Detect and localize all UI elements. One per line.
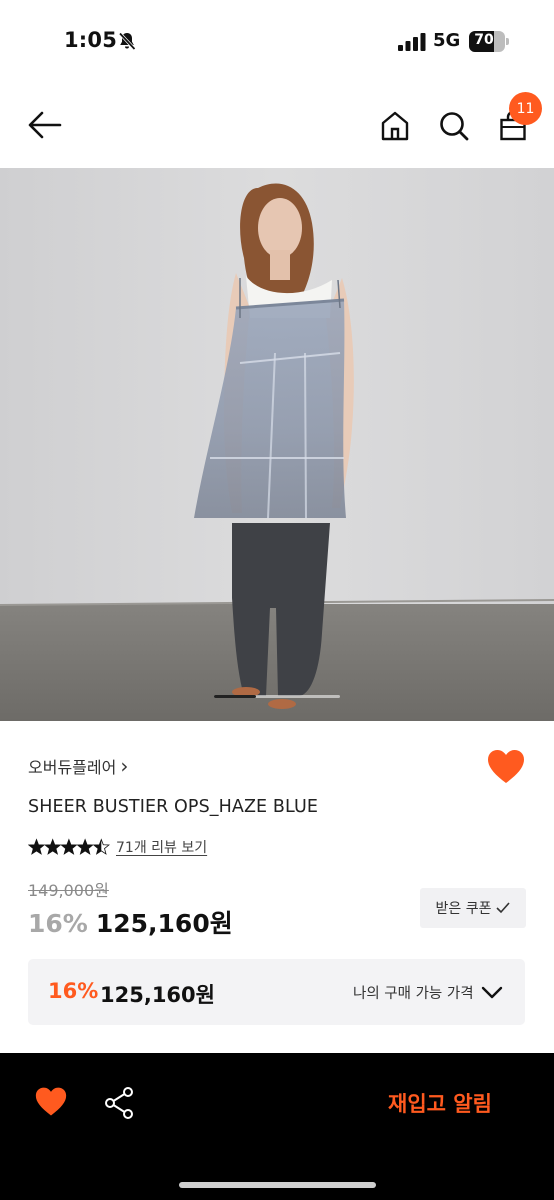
star-fill	[45, 839, 61, 854]
carousel-active-segment	[214, 695, 256, 698]
my-price: 125,160원	[100, 983, 215, 1007]
battery-icon: 70	[469, 31, 509, 52]
restock-alert-button[interactable]: 재입고 알림	[370, 1085, 510, 1121]
my-discount-rate: 16%	[48, 979, 99, 1003]
check-icon	[496, 902, 511, 914]
network-type: 5G	[433, 30, 461, 51]
search-button[interactable]	[434, 106, 474, 146]
share-icon	[105, 1087, 133, 1119]
product-name: SHEER BUSTIER OPS_HAZE BLUE	[28, 797, 319, 817]
back-button[interactable]	[24, 104, 66, 146]
sale-price: 125,160원	[95, 909, 233, 938]
coupon-label: 받은 쿠폰	[435, 901, 492, 917]
top-nav-bar: 11	[0, 84, 554, 168]
heart-icon	[488, 750, 524, 783]
price-row: 16% 125,160원	[28, 904, 233, 940]
star-fill	[77, 839, 93, 854]
my-price-label: 나의 구매 가능 가격	[353, 986, 474, 1002]
battery-level: 70	[474, 32, 494, 48]
carousel-indicator	[214, 695, 340, 698]
review-link[interactable]: 71개 리뷰 보기	[116, 837, 207, 857]
star-fill	[28, 839, 45, 854]
coupon-button[interactable]: 받은 쿠폰	[420, 888, 526, 928]
product-photo	[0, 168, 554, 721]
discount-rate: 16%	[28, 909, 88, 938]
bottom-action-bar: 재입고 알림	[0, 1053, 554, 1200]
home-button[interactable]	[376, 106, 414, 146]
signal-bars-icon	[398, 33, 426, 51]
star-fill	[61, 839, 77, 854]
bottom-like-button[interactable]	[34, 1086, 68, 1118]
heart-icon	[35, 1087, 67, 1116]
original-price: 149,000원	[28, 881, 109, 900]
brand-link[interactable]: 오버듀플레어 ›	[28, 754, 128, 778]
home-indicator	[179, 1182, 376, 1188]
rating-row: 71개 리뷰 보기	[28, 836, 207, 858]
chevron-right-icon: ›	[120, 754, 129, 778]
cart-count-badge: 11	[509, 92, 542, 125]
share-button[interactable]	[103, 1086, 135, 1120]
back-arrow-icon	[28, 111, 62, 139]
status-time: 1:05	[64, 28, 118, 52]
like-button[interactable]	[486, 748, 526, 786]
my-price-panel[interactable]: 16% 125,160원 나의 구매 가능 가격	[28, 959, 525, 1025]
status-bar: 1:05 5G 70	[0, 0, 554, 84]
search-icon	[440, 112, 469, 141]
star-rating-icon	[28, 838, 110, 855]
brand-name: 오버듀플레어	[28, 758, 117, 777]
chevron-down-icon[interactable]	[480, 981, 504, 1005]
home-icon	[381, 111, 409, 141]
bell-slash-icon	[118, 32, 136, 51]
product-image[interactable]	[0, 168, 554, 721]
